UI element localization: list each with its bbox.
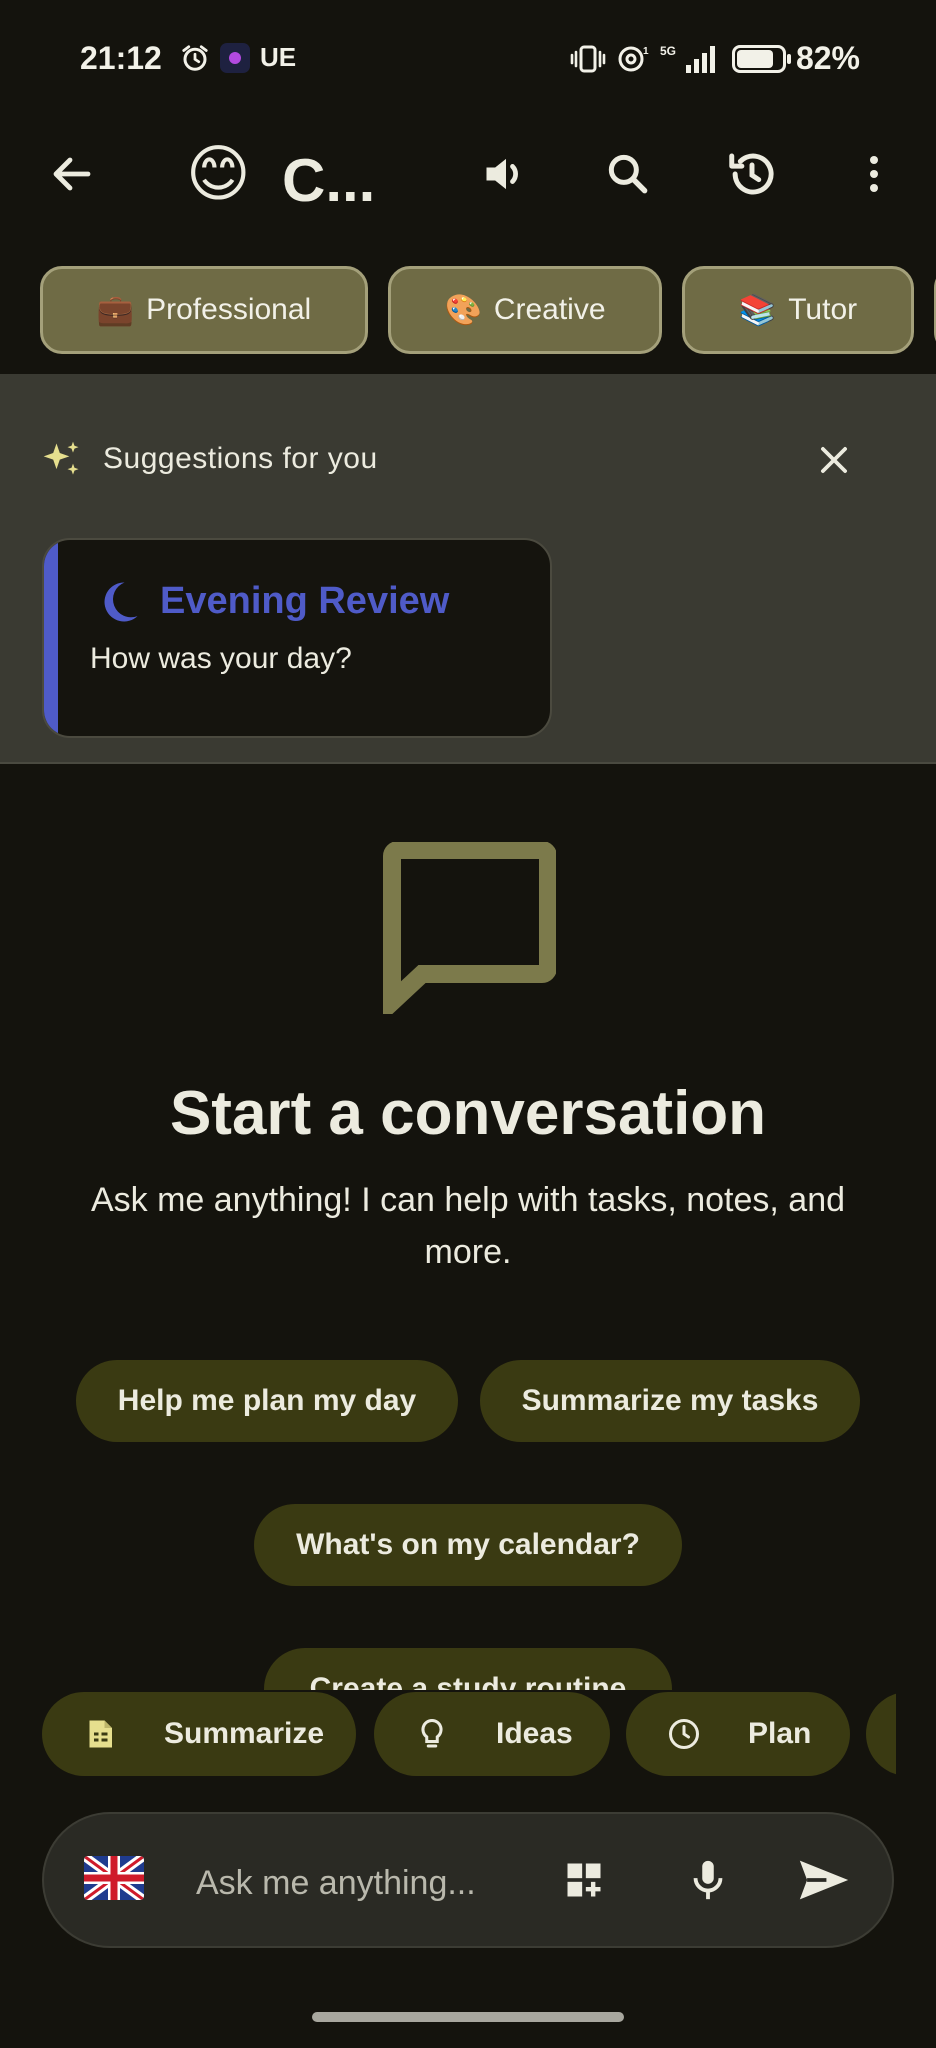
status-left-icons: UE: [180, 42, 296, 73]
uk-flag-icon[interactable]: [84, 1856, 144, 1900]
speaker-icon: [486, 158, 518, 190]
persona-chip-row: 💼 Professional 🎨 Creative 📚 Tutor: [0, 266, 936, 354]
quick-action-summarize[interactable]: Summarize: [42, 1692, 356, 1776]
persona-label: Tutor: [788, 293, 858, 326]
quick-action-label: Ideas: [496, 1717, 573, 1750]
send-button[interactable]: [792, 1848, 856, 1912]
battery-icon: [731, 44, 791, 73]
svg-text:1: 1: [643, 46, 649, 57]
app-notification-icon: [220, 42, 250, 73]
battery-percent: 82%: [795, 40, 860, 76]
battery-level-fill: [736, 49, 773, 68]
chat-title[interactable]: C...: [282, 146, 375, 215]
speaker-button[interactable]: [466, 134, 546, 214]
message-input-bar: [42, 1812, 894, 1948]
persona-chip-creative[interactable]: 🎨 Creative: [388, 266, 662, 354]
chat-bubble-icon: [383, 842, 556, 1014]
persona-label: Creative: [493, 293, 606, 326]
quick-action-ideas[interactable]: Ideas: [374, 1692, 610, 1776]
empty-state-subtitle: Ask me anything! I can help with tasks, …: [90, 1181, 846, 1271]
document-icon: [89, 1720, 112, 1748]
moon-icon: [104, 582, 138, 622]
search-icon: [608, 154, 648, 194]
quick-action-label: Plan: [748, 1717, 812, 1750]
sparkles-icon: [43, 441, 79, 475]
alarm-icon: [182, 44, 208, 71]
palette-icon: 🎨: [444, 293, 482, 327]
persona-chip-professional[interactable]: 💼 Professional: [40, 266, 368, 354]
history-button[interactable]: [712, 134, 792, 214]
prompt-chip-clip: Create a study routine: [0, 1640, 936, 1690]
lightbulb-icon: [421, 1718, 443, 1748]
suggestion-card-subtitle: How was your day?: [90, 642, 352, 675]
prompt-chip-summarize-tasks[interactable]: Summarize my tasks: [480, 1360, 860, 1442]
more-vertical-icon: [870, 156, 878, 192]
persona-label: Professional: [146, 293, 312, 326]
message-input[interactable]: [196, 1858, 556, 1908]
prompt-chip-calendar[interactable]: What's on my calendar?: [254, 1504, 682, 1586]
briefcase-icon: 💼: [96, 293, 135, 327]
svg-text:5G: 5G: [660, 44, 676, 58]
clock-icon: [669, 1719, 699, 1749]
send-icon: [799, 1860, 849, 1900]
grid-add-icon: [567, 1863, 601, 1897]
signal-5g-icon: 5G: [660, 44, 715, 73]
empty-state-title: Start a conversation: [169, 1079, 767, 1148]
search-button[interactable]: [588, 134, 668, 214]
voice-input-button[interactable]: [676, 1848, 740, 1912]
close-icon: [821, 447, 847, 473]
prompt-chip-study-routine[interactable]: Create a study routine: [264, 1648, 672, 1690]
books-icon: 📚: [738, 293, 777, 327]
status-carrier: UE: [260, 42, 297, 72]
quick-actions-row: Summarize Ideas Plan: [0, 1692, 896, 1776]
back-button[interactable]: [32, 134, 112, 214]
prompt-chip-plan-day[interactable]: Help me plan my day: [76, 1360, 458, 1442]
chat-screen: 21:12 UE 1 5G 82% 😊 C... 💼 Professional …: [0, 0, 936, 2048]
microphone-icon: [693, 1860, 723, 1900]
quick-action-plan[interactable]: Plan: [626, 1692, 850, 1776]
suggestion-card-evening-review[interactable]: Evening Review How was your day?: [42, 538, 552, 738]
quick-action-label: Summarize: [164, 1717, 325, 1750]
home-indicator[interactable]: [312, 2012, 624, 2022]
quick-action-more[interactable]: [866, 1692, 896, 1776]
status-bar: 21:12 UE 1 5G 82%: [0, 0, 936, 120]
vibrate-icon: [570, 45, 606, 72]
status-right-icons: 1 5G 82%: [570, 40, 860, 77]
status-time: 21:12: [80, 40, 162, 76]
suggestions-panel: Suggestions for you Evening Review How w…: [0, 374, 936, 764]
suggestion-card-title: Evening Review: [160, 580, 450, 622]
hotspot-icon: 1: [618, 46, 649, 71]
history-icon: [729, 153, 774, 195]
card-accent-bar: [44, 540, 58, 736]
persona-chip-tutor[interactable]: 📚 Tutor: [682, 266, 914, 354]
persona-emoji: 😊: [186, 140, 251, 209]
close-suggestions-button[interactable]: [800, 426, 868, 494]
attach-widget-button[interactable]: [552, 1848, 616, 1912]
suggestions-title: Suggestions for you: [103, 442, 378, 475]
more-options-button[interactable]: [834, 134, 914, 214]
back-arrow-icon: [53, 157, 91, 191]
top-app-bar: 😊 C...: [0, 120, 936, 230]
